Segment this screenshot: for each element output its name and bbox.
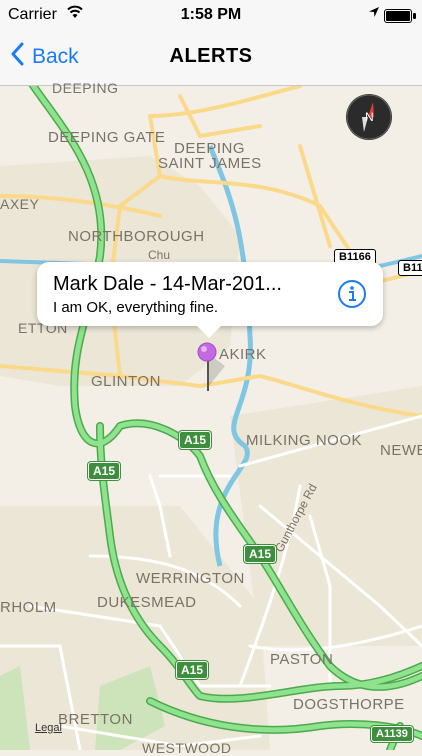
map-callout[interactable]: Mark Dale - 14-Mar-201... I am OK, every… [37,262,383,338]
place-label: AXEY [0,196,40,212]
info-icon[interactable] [337,279,367,309]
map-view[interactable]: DEEPING DEEPING GATE DEEPING SAINT JAMES… [0,80,422,756]
place-label: MILKING NOOK [246,432,363,449]
battery-icon [384,9,416,23]
road-shield: A15 [88,462,121,480]
callout-subtitle: I am OK, everything fine. [53,299,219,316]
page-title: ALERTS [169,45,253,67]
place-label: PASTON [270,651,334,668]
place-label: DUKESMEAD [97,594,197,611]
place-label: GLINTON [91,373,161,390]
place-label: NORTHBOROUGH [68,228,205,245]
compass-label: N [365,110,374,124]
status-bar: Carrier 1:58 PM [0,0,422,30]
place-label: DEEPING GATE [48,129,166,146]
navigation-bar: Back ALERTS [0,30,422,86]
place-label: RHOLM [0,599,57,616]
road-shield: B11 [398,260,422,276]
place-label: WERRINGTON [136,570,245,587]
place-label: BRETTON [58,711,133,728]
place-label: SAINT JAMES [158,155,262,172]
road-shield: A1139 [371,726,413,742]
place-label: WESTWOOD [142,740,232,756]
callout-title: Mark Dale - 14-Mar-201... [53,273,282,295]
location-arrow-icon [368,5,380,21]
place-label: DEEPING [52,80,119,96]
road-shield: A15 [179,431,212,449]
road-shield: A15 [176,661,209,679]
road-name-label: Chu [148,248,171,262]
status-time: 1:58 PM [180,6,242,23]
place-label: NEWE [380,442,422,459]
legal-link[interactable]: Legal [35,722,62,734]
compass-icon[interactable]: N [346,94,392,140]
road-shield: A15 [244,545,277,563]
place-label: DOGSTHORPE [293,696,405,713]
place-label: AKIRK [219,346,267,363]
